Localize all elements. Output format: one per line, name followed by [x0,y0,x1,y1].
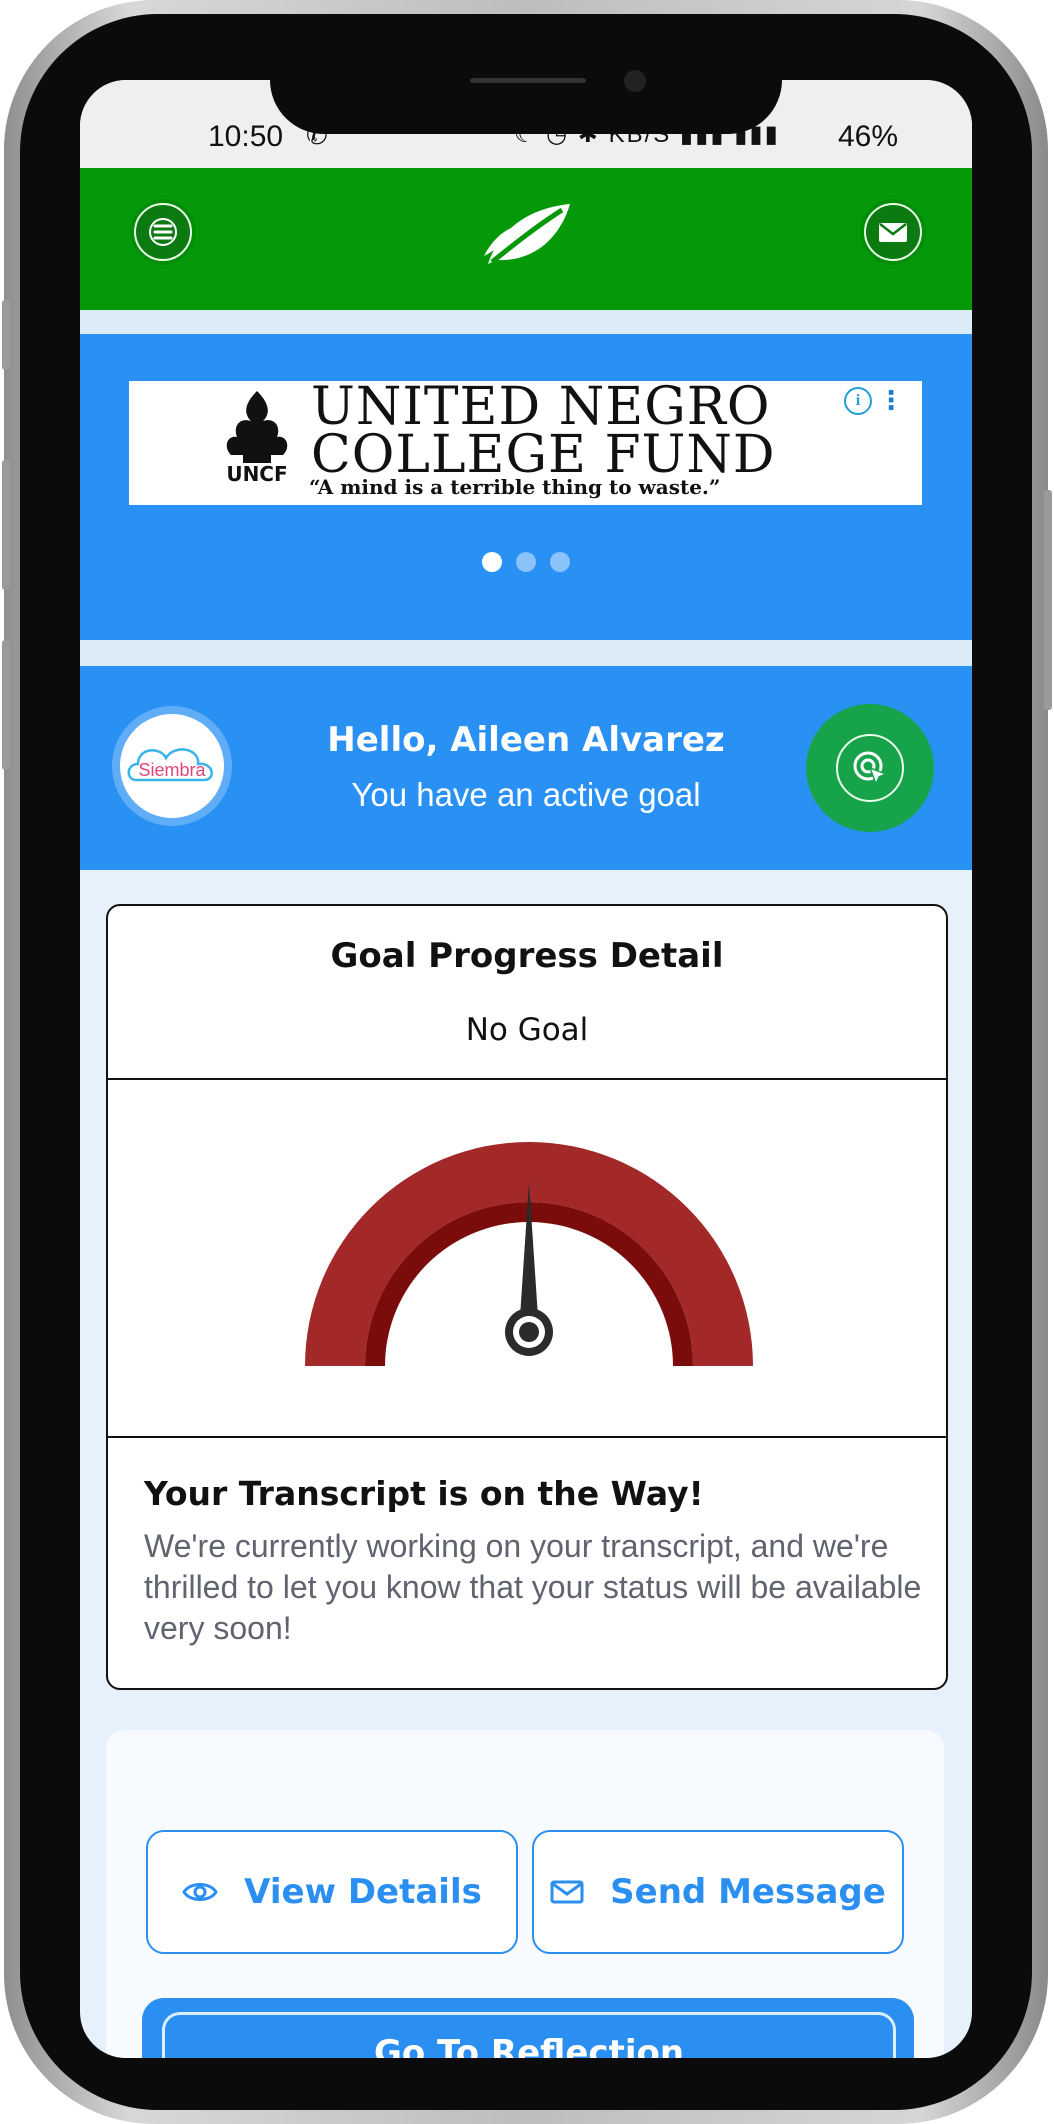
divider [80,310,972,334]
leaf-logo-icon[interactable] [482,202,572,268]
divider [108,1436,946,1438]
goal-status: No Goal [465,1012,589,1048]
ad-info-icon[interactable]: i [844,387,872,415]
side-button [1044,490,1052,710]
speaker-grille [470,78,586,83]
envelope-icon [550,1880,584,1904]
progress-gauge [305,1142,753,1366]
hamburger-menu-icon[interactable] [134,203,192,261]
transcript-title: Your Transcript is on the Way! [144,1474,704,1513]
target-cursor-icon [836,734,904,802]
side-button [2,640,10,770]
send-message-label: Send Message [610,1872,886,1912]
go-to-reflection-label: Go To Reflection [162,2012,896,2058]
app-screen: 10:50 ✆ ☾ ◷ ✱ KB/S ▮▮▮ ▮▮▮ 46% UNCF UNIT… [80,80,972,2058]
app-header [80,168,972,310]
uncf-torch-logo: UNCF [226,391,288,486]
view-details-button[interactable]: View Details [146,1830,518,1954]
ad-tagline: “A mind is a terrible thing to waste.” [309,475,721,499]
welcome-panel: Siembra Hello, Aileen Alvarez You have a… [80,666,972,870]
divider [108,1078,946,1080]
side-button [2,460,10,590]
front-camera [624,70,646,92]
ad-headline: UNITED NEGRO COLLEGE FUND [311,381,776,481]
status-time: 10:50 [208,120,284,153]
go-to-reflection-button[interactable]: Go To Reflection [142,1998,914,2058]
view-details-label: View Details [244,1872,482,1912]
carousel-dot[interactable] [550,552,570,572]
mail-icon[interactable] [864,203,922,261]
carousel-indicator [80,552,972,576]
svg-text:UNCF: UNCF [226,462,287,486]
carousel-dot[interactable] [482,552,502,572]
card-title: Goal Progress Detail [330,936,724,976]
gauge-hub-center [519,1322,539,1342]
battery-level: 46% [838,120,899,153]
phone-notch [270,70,782,134]
send-message-button[interactable]: Send Message [532,1830,904,1954]
goal-progress-card: Goal Progress Detail No Goal Your Transc… [106,904,948,1690]
divider [80,640,972,666]
ad-more-options-icon[interactable]: ⋮ [878,387,904,415]
actions-panel: View Details Send Message Go To Reflecti… [106,1730,944,2058]
ad-banner[interactable]: UNCF UNITED NEGRO COLLEGE FUND “A mind i… [129,381,922,505]
ad-carousel[interactable]: UNCF UNITED NEGRO COLLEGE FUND “A mind i… [80,334,972,640]
carousel-dot[interactable] [516,552,536,572]
goal-target-button[interactable] [806,704,934,832]
side-button [2,300,10,370]
transcript-message: We're currently working on your transcri… [144,1528,922,1646]
eye-icon [182,1883,218,1901]
